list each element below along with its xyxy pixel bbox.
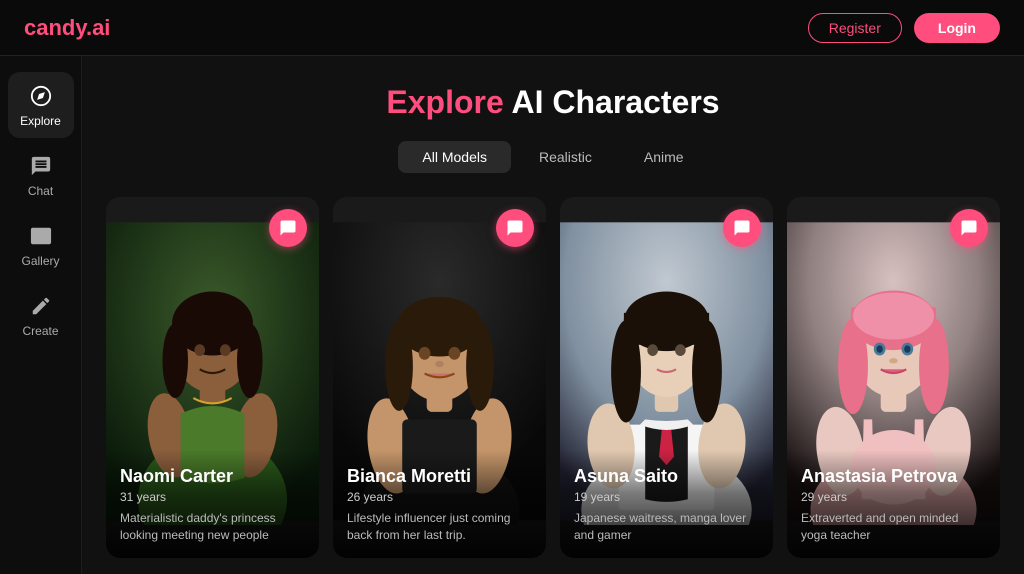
logo-suffix: .ai: [86, 15, 110, 40]
sidebar-item-create[interactable]: Create: [8, 282, 74, 348]
register-button[interactable]: Register: [808, 13, 902, 43]
logo: candy.ai: [24, 15, 110, 41]
character-name-1: Naomi Carter: [120, 466, 305, 488]
character-age-2: 26 years: [347, 490, 532, 504]
character-desc-1: Materialistic daddy's princess looking m…: [120, 510, 305, 544]
chat-icon: [27, 152, 55, 180]
character-desc-4: Extraverted and open minded yoga teacher: [801, 510, 986, 544]
character-card-4[interactable]: Anastasia Petrova 29 years Extraverted a…: [787, 197, 1000, 558]
chat-button-1[interactable]: [269, 209, 307, 247]
card-overlay-4: Anastasia Petrova 29 years Extraverted a…: [787, 450, 1000, 558]
character-age-3: 19 years: [574, 490, 759, 504]
characters-grid: Naomi Carter 31 years Materialistic dadd…: [106, 197, 1000, 558]
card-overlay-3: Asuna Saito 19 years Japanese waitress, …: [560, 450, 773, 558]
login-button[interactable]: Login: [914, 13, 1000, 43]
pencil-icon: [27, 292, 55, 320]
filter-tabs: All Models Realistic Anime: [106, 141, 1000, 173]
gallery-icon: [27, 222, 55, 250]
character-name-3: Asuna Saito: [574, 466, 759, 488]
character-card-2[interactable]: Bianca Moretti 26 years Lifestyle influe…: [333, 197, 546, 558]
header: candy.ai Register Login: [0, 0, 1024, 56]
character-age-1: 31 years: [120, 490, 305, 504]
sidebar-label-explore: Explore: [20, 114, 61, 128]
page-title: Explore AI Characters: [106, 84, 1000, 121]
card-overlay-2: Bianca Moretti 26 years Lifestyle influe…: [333, 450, 546, 558]
chat-button-4[interactable]: [950, 209, 988, 247]
sidebar-item-explore[interactable]: Explore: [8, 72, 74, 138]
filter-all-models[interactable]: All Models: [398, 141, 511, 173]
filter-realistic[interactable]: Realistic: [515, 141, 616, 173]
sidebar-item-chat[interactable]: Chat: [8, 142, 74, 208]
card-overlay-1: Naomi Carter 31 years Materialistic dadd…: [106, 450, 319, 558]
character-desc-2: Lifestyle influencer just coming back fr…: [347, 510, 532, 544]
character-card-1[interactable]: Naomi Carter 31 years Materialistic dadd…: [106, 197, 319, 558]
character-card-3[interactable]: Asuna Saito 19 years Japanese waitress, …: [560, 197, 773, 558]
sidebar-label-gallery: Gallery: [21, 254, 59, 268]
character-desc-3: Japanese waitress, manga lover and gamer: [574, 510, 759, 544]
sidebar: Explore Chat Gallery: [0, 56, 82, 574]
character-name-4: Anastasia Petrova: [801, 466, 986, 488]
main-layout: Explore Chat Gallery: [0, 56, 1024, 574]
page-title-highlight: Explore: [386, 84, 503, 120]
character-name-2: Bianca Moretti: [347, 466, 532, 488]
sidebar-label-create: Create: [22, 324, 58, 338]
chat-button-3[interactable]: [723, 209, 761, 247]
character-age-4: 29 years: [801, 490, 986, 504]
main-content: Explore AI Characters All Models Realist…: [82, 56, 1024, 574]
page-title-rest: AI Characters: [504, 84, 720, 120]
header-buttons: Register Login: [808, 13, 1000, 43]
compass-icon: [27, 82, 55, 110]
filter-anime[interactable]: Anime: [620, 141, 708, 173]
chat-button-2[interactable]: [496, 209, 534, 247]
sidebar-item-gallery[interactable]: Gallery: [8, 212, 74, 278]
sidebar-label-chat: Chat: [28, 184, 53, 198]
logo-prefix: candy: [24, 15, 86, 40]
